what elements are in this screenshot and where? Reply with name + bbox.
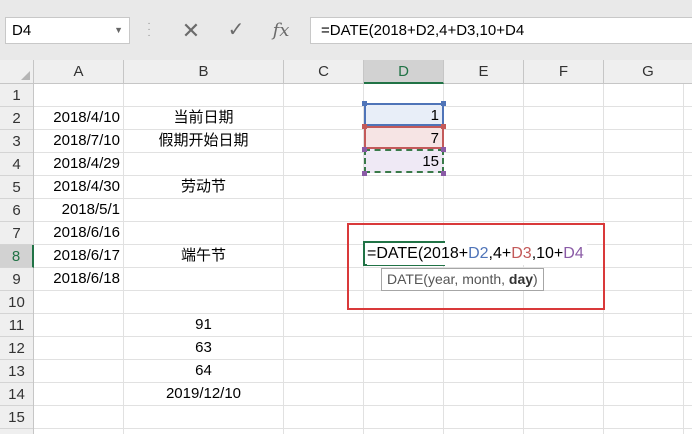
row-header[interactable]: 14 [0, 383, 33, 406]
cell-d3[interactable]: 7 [364, 128, 439, 150]
cell-b8[interactable]: 端午节 [124, 245, 283, 267]
formula-text: =DATE(2018+D2,4+D3,10+D4 [321, 22, 525, 39]
cell-b3[interactable]: 假期开始日期 [124, 130, 283, 152]
drag-handle-icon[interactable]: · · · [146, 19, 152, 41]
grid-line [34, 405, 692, 406]
cancel-icon[interactable]: ✕ [177, 17, 205, 44]
grid-line [34, 428, 692, 429]
name-box[interactable]: D4 ▼ [5, 17, 130, 44]
formula-input[interactable]: =DATE(2018+D2,4+D3,10+D4 [310, 17, 692, 44]
resize-handle[interactable] [441, 124, 446, 129]
formula-toolbar: D4 ▼ · · · ✕ ✓ fx =DATE(2018+D2,4+D3,10+D4 [0, 0, 692, 60]
row-header[interactable]: 5 [0, 176, 33, 199]
row-header[interactable]: 7 [0, 222, 33, 245]
cell-a8[interactable]: 2018/6/17 [34, 245, 120, 267]
cell-a5[interactable]: 2018/4/30 [34, 176, 120, 198]
cell-a3[interactable]: 2018/7/10 [34, 130, 120, 152]
column-header-a[interactable]: A [34, 60, 124, 83]
insert-function-icon[interactable]: fx [266, 17, 296, 44]
name-box-value: D4 [12, 22, 32, 39]
row-header[interactable]: 10 [0, 291, 33, 314]
worksheet-grid[interactable]: 2018/4/10 2018/7/10 2018/4/29 2018/4/30 … [34, 84, 692, 434]
cell-b12[interactable]: 63 [124, 337, 283, 359]
row-header[interactable]: 11 [0, 314, 33, 337]
column-header-b[interactable]: B [124, 60, 284, 83]
cell-b13[interactable]: 64 [124, 360, 283, 382]
resize-handle[interactable] [441, 101, 446, 106]
column-header-f[interactable]: F [524, 60, 604, 83]
cell-b11[interactable]: 91 [124, 314, 283, 336]
cell-a6[interactable]: 2018/5/1 [34, 199, 120, 221]
row-header[interactable]: 13 [0, 360, 33, 383]
cell-b5[interactable]: 劳动节 [124, 176, 283, 198]
row-header[interactable]: 12 [0, 337, 33, 360]
chevron-down-icon[interactable]: ▼ [114, 18, 123, 43]
cell-d4[interactable]: 15 [364, 151, 439, 173]
column-header-e[interactable]: E [444, 60, 524, 83]
grid-line [34, 221, 692, 222]
resize-handle[interactable] [441, 171, 446, 176]
row-header[interactable]: 9 [0, 268, 33, 291]
cell-d2[interactable]: 1 [364, 105, 439, 127]
cell-a7[interactable]: 2018/6/16 [34, 222, 120, 244]
cell-a9[interactable]: 2018/6/18 [34, 268, 120, 290]
row-header-bar: 1 2 3 4 5 6 7 8 9 10 11 12 13 14 15 [0, 84, 34, 434]
grid-line [34, 198, 692, 199]
column-header-d[interactable]: D [364, 60, 444, 84]
cell-a2[interactable]: 2018/4/10 [34, 107, 120, 129]
select-all-button[interactable] [0, 60, 34, 83]
row-header[interactable]: 3 [0, 130, 33, 153]
highlight-annotation-box [347, 223, 605, 310]
select-all-icon [21, 71, 30, 80]
cell-a4[interactable]: 2018/4/29 [34, 153, 120, 175]
row-header[interactable]: 2 [0, 107, 33, 130]
row-header[interactable]: 6 [0, 199, 33, 222]
row-header[interactable]: 15 [0, 406, 33, 429]
cell-b14[interactable]: 2019/12/10 [124, 383, 283, 405]
column-header-c[interactable]: C [284, 60, 364, 83]
column-header-g[interactable]: G [604, 60, 692, 83]
resize-handle[interactable] [441, 147, 446, 152]
grid-line [34, 152, 692, 153]
row-header[interactable]: 1 [0, 84, 33, 107]
row-header-selected[interactable]: 8 [0, 245, 34, 268]
column-header-bar: A B C D E F G [0, 60, 692, 84]
enter-icon[interactable]: ✓ [222, 17, 250, 44]
row-header[interactable]: 4 [0, 153, 33, 176]
cell-b2[interactable]: 当前日期 [124, 107, 283, 129]
